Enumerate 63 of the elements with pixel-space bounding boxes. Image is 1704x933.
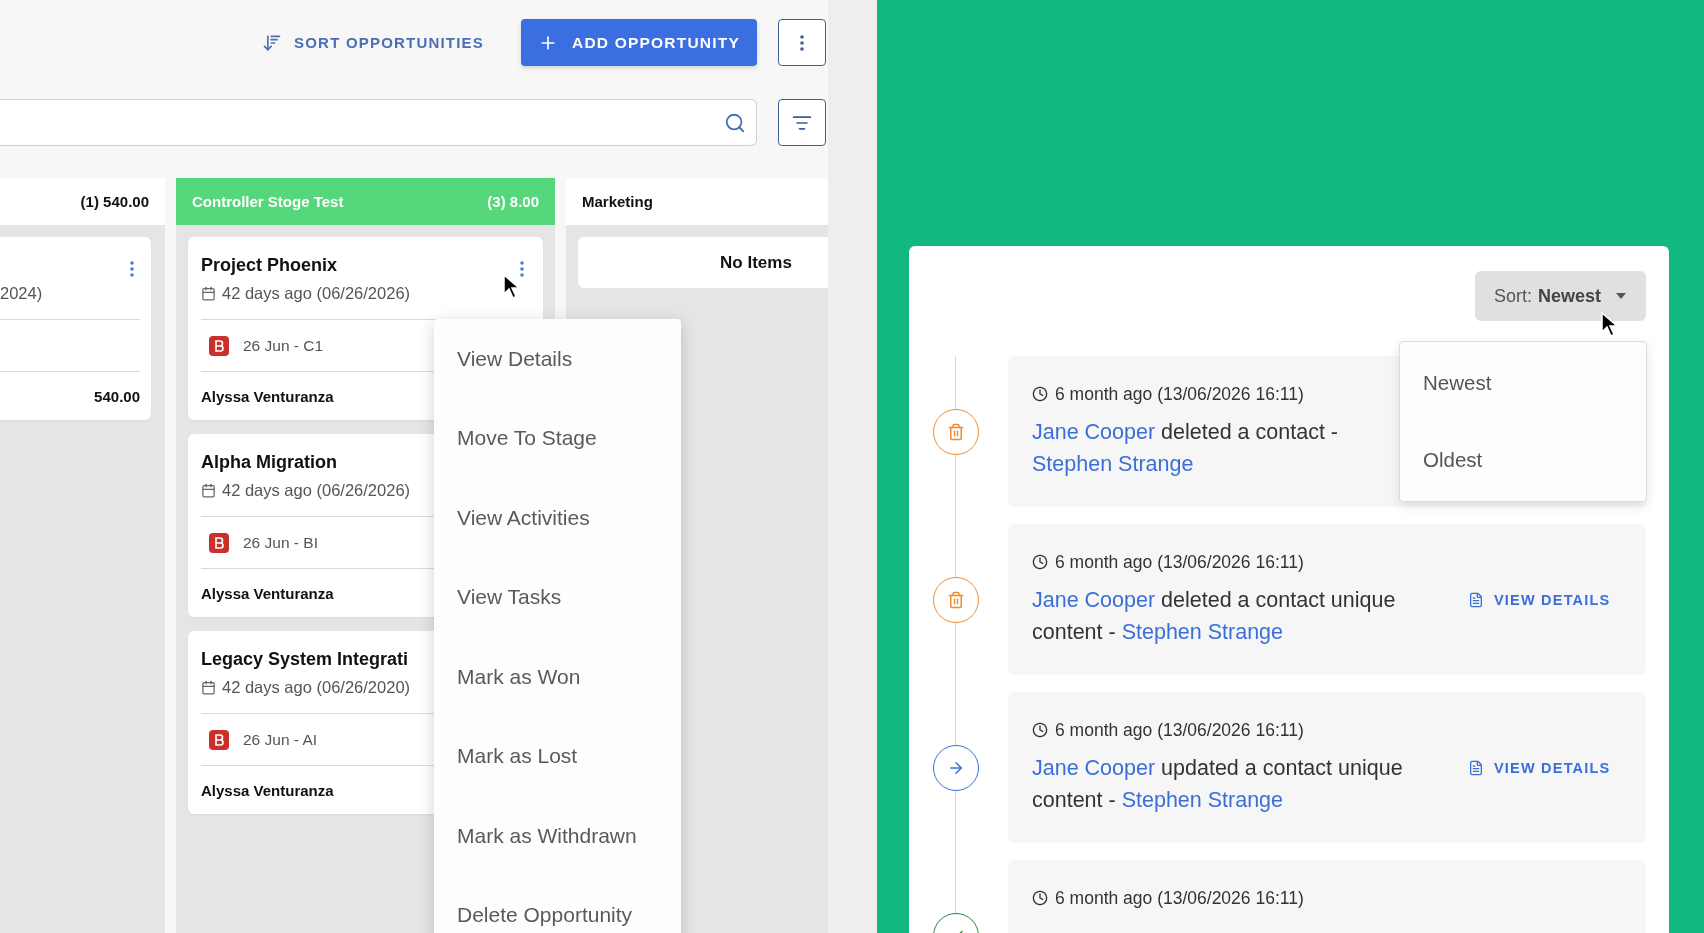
tag-icon: [209, 729, 229, 750]
opportunity-date: 42 days ago (06/26/2026): [201, 478, 411, 502]
user-link[interactable]: Jane Cooper: [1032, 756, 1156, 780]
contact-link[interactable]: Stephen Strange: [1121, 620, 1284, 644]
empty-message: No Items: [578, 237, 828, 288]
calendar-icon: [201, 482, 216, 498]
opportunity-card[interactable]: 2024) 540.00: [0, 237, 151, 420]
more-button[interactable]: [778, 19, 826, 66]
activity-text: Jane Cooper deleted a contact unique content - Stephen Strange: [1032, 587, 1397, 646]
user-link[interactable]: Jane Cooper: [1032, 588, 1156, 612]
calendar-icon: [201, 679, 216, 695]
arrow-circle-icon: [933, 744, 979, 791]
clock-icon: [1032, 890, 1048, 906]
more-button[interactable]: [130, 261, 134, 277]
stage-name: Marketing: [582, 193, 653, 210]
more-icon: [800, 34, 804, 51]
activity-time: 6 month ago (13/06/2026 16:11): [1055, 888, 1304, 908]
search-field[interactable]: [0, 99, 757, 146]
activity-time: 6 month ago (13/06/2026 16:11): [1055, 384, 1304, 404]
more-button[interactable]: [520, 261, 524, 277]
document-icon: [1468, 592, 1484, 608]
opportunity-date: 42 days ago (06/26/2020): [201, 675, 411, 699]
user-link[interactable]: Jane Cooper: [1032, 420, 1156, 444]
add-opportunity-button[interactable]: ADD OPPORTUNITY: [521, 19, 757, 66]
activity-time: 6 month ago (13/06/2026 16:11): [1055, 720, 1304, 740]
sort-opportunities-button[interactable]: SORT OPPORTUNITIES: [262, 26, 484, 59]
opportunity-tag: 26 Jun - C1: [243, 336, 324, 355]
stage-total: (1) 540.00: [80, 193, 149, 210]
sort-option[interactable]: Oldest: [1400, 421, 1646, 498]
opportunity-amount: 540.00: [94, 387, 140, 405]
trash-circle-icon: [933, 576, 979, 623]
contact-link[interactable]: Stephen Strange: [1032, 452, 1194, 476]
activity-text: Jane Cooper updated a contact unique content - Stephen Strange: [1032, 755, 1404, 814]
tag-icon: [209, 532, 229, 553]
calendar-icon: [201, 285, 216, 301]
stage-name: Controller Stoge Test: [192, 193, 344, 210]
caret-icon: [1615, 292, 1627, 300]
sort-option[interactable]: Newest: [1400, 344, 1646, 421]
opportunity-title: Project Phoenix: [201, 254, 339, 277]
search-icon: [724, 111, 746, 134]
opportunity-tag: 26 Jun - BI: [243, 533, 318, 552]
menu-item[interactable]: Delete Opportunity: [434, 875, 681, 933]
owner-name: Alyssa Venturanza: [201, 584, 334, 602]
sort-dropdown[interactable]: Sort: Newest: [1475, 271, 1646, 321]
trash-circle-icon: [933, 408, 979, 455]
contact-link[interactable]: Stephen Strange: [1121, 788, 1284, 812]
stage-total: (3) 8.00: [487, 193, 539, 210]
opportunity-title: Alpha Migration: [201, 451, 338, 474]
opportunity-date: 42 days ago (06/26/2026): [201, 281, 411, 305]
owner-name: Alyssa Venturanza: [201, 781, 334, 799]
owner-name: Alyssa Venturanza: [201, 387, 334, 405]
opportunity-title: Legacy System Integrati: [201, 648, 410, 671]
document-icon: [1468, 760, 1484, 776]
opportunity-date: 2024): [0, 283, 43, 304]
clock-icon: [1032, 722, 1048, 738]
clock-icon: [1032, 386, 1048, 402]
view-details-link[interactable]: VIEW DETAILS: [1468, 584, 1611, 616]
clock-icon: [1032, 554, 1048, 570]
activity-time: 6 month ago (13/06/2026 16:11): [1055, 552, 1304, 572]
filter-button[interactable]: [778, 99, 826, 146]
tag-icon: [209, 335, 229, 356]
opportunity-tag: 26 Jun - AI: [243, 730, 318, 749]
view-details-link[interactable]: VIEW DETAILS: [1468, 752, 1611, 784]
